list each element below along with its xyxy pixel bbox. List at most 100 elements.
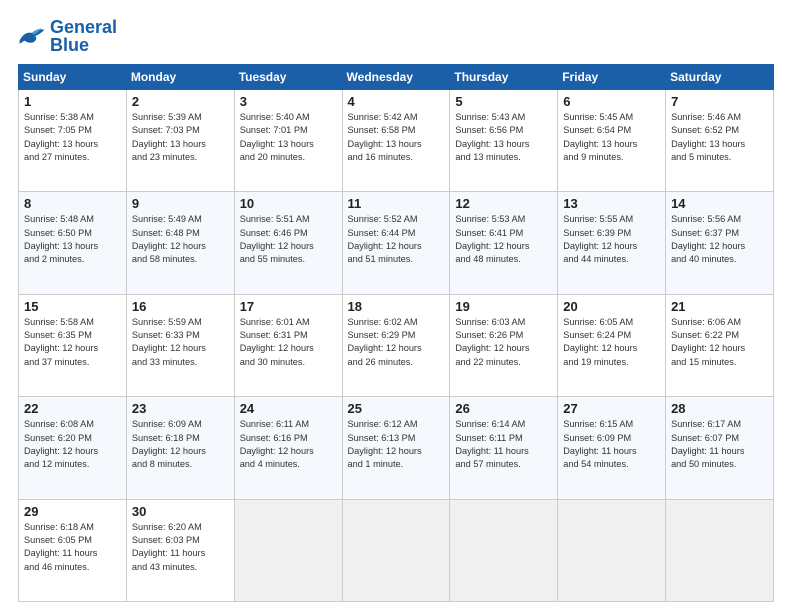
calendar-day-cell: 23 Sunrise: 6:09 AM Sunset: 6:18 PM Dayli… [126, 397, 234, 499]
day-number: 23 [132, 401, 229, 416]
day-number: 25 [348, 401, 445, 416]
day-info: Sunrise: 5:40 AM Sunset: 7:01 PM Dayligh… [240, 111, 337, 164]
day-number: 30 [132, 504, 229, 519]
day-info: Sunrise: 6:18 AM Sunset: 6:05 PM Dayligh… [24, 521, 121, 574]
calendar-day-cell: 22Sunrise: 6:08 AM Sunset: 6:20 PM Dayli… [19, 397, 127, 499]
calendar-header-row: SundayMondayTuesdayWednesdayThursdayFrid… [19, 65, 774, 90]
calendar-week-row: 22Sunrise: 6:08 AM Sunset: 6:20 PM Dayli… [19, 397, 774, 499]
calendar-day-cell: 8 Sunrise: 5:48 AM Sunset: 6:50 PM Daylig… [19, 192, 127, 294]
calendar-week-row: 8 Sunrise: 5:48 AM Sunset: 6:50 PM Daylig… [19, 192, 774, 294]
calendar-day-cell: 14Sunrise: 5:56 AM Sunset: 6:37 PM Dayli… [666, 192, 774, 294]
calendar-day-cell [234, 499, 342, 601]
day-number: 8 [24, 196, 121, 211]
day-info: Sunrise: 6:03 AM Sunset: 6:26 PM Dayligh… [455, 316, 552, 369]
calendar-day-cell: 3Sunrise: 5:40 AM Sunset: 7:01 PM Daylig… [234, 90, 342, 192]
day-info: Sunrise: 6:06 AM Sunset: 6:22 PM Dayligh… [671, 316, 768, 369]
calendar-week-row: 1 Sunrise: 5:38 AM Sunset: 7:05 PM Daylig… [19, 90, 774, 192]
day-info: Sunrise: 5:46 AM Sunset: 6:52 PM Dayligh… [671, 111, 768, 164]
day-info: Sunrise: 6:08 AM Sunset: 6:20 PM Dayligh… [24, 418, 121, 471]
day-number: 19 [455, 299, 552, 314]
calendar-day-cell: 19 Sunrise: 6:03 AM Sunset: 6:26 PM Dayli… [450, 294, 558, 396]
day-number: 13 [563, 196, 660, 211]
day-number: 1 [24, 94, 121, 109]
calendar-body: 1 Sunrise: 5:38 AM Sunset: 7:05 PM Daylig… [19, 90, 774, 602]
calendar-week-row: 15 Sunrise: 5:58 AM Sunset: 6:35 PM Dayli… [19, 294, 774, 396]
calendar-day-cell: 2 Sunrise: 5:39 AM Sunset: 7:03 PM Daylig… [126, 90, 234, 192]
calendar-day-cell: 10 Sunrise: 5:51 AM Sunset: 6:46 PM Dayli… [234, 192, 342, 294]
day-number: 5 [455, 94, 552, 109]
day-number: 9 [132, 196, 229, 211]
day-info: Sunrise: 6:17 AM Sunset: 6:07 PM Dayligh… [671, 418, 768, 471]
calendar-header-saturday: Saturday [666, 65, 774, 90]
day-number: 21 [671, 299, 768, 314]
day-info: Sunrise: 5:43 AM Sunset: 6:56 PM Dayligh… [455, 111, 552, 164]
day-number: 12 [455, 196, 552, 211]
calendar-header-wednesday: Wednesday [342, 65, 450, 90]
day-info: Sunrise: 6:15 AM Sunset: 6:09 PM Dayligh… [563, 418, 660, 471]
calendar-day-cell: 27 Sunrise: 6:15 AM Sunset: 6:09 PM Dayli… [558, 397, 666, 499]
day-number: 11 [348, 196, 445, 211]
calendar-day-cell: 16Sunrise: 5:59 AM Sunset: 6:33 PM Dayli… [126, 294, 234, 396]
calendar-day-cell: 4 Sunrise: 5:42 AM Sunset: 6:58 PM Daylig… [342, 90, 450, 192]
day-info: Sunrise: 5:58 AM Sunset: 6:35 PM Dayligh… [24, 316, 121, 369]
calendar-day-cell: 5 Sunrise: 5:43 AM Sunset: 6:56 PM Daylig… [450, 90, 558, 192]
logo: General Blue [18, 18, 117, 54]
calendar-day-cell: 15 Sunrise: 5:58 AM Sunset: 6:35 PM Dayli… [19, 294, 127, 396]
day-number: 28 [671, 401, 768, 416]
day-info: Sunrise: 5:53 AM Sunset: 6:41 PM Dayligh… [455, 213, 552, 266]
day-number: 6 [563, 94, 660, 109]
day-info: Sunrise: 5:42 AM Sunset: 6:58 PM Dayligh… [348, 111, 445, 164]
day-number: 2 [132, 94, 229, 109]
calendar-day-cell: 11 Sunrise: 5:52 AM Sunset: 6:44 PM Dayli… [342, 192, 450, 294]
day-number: 17 [240, 299, 337, 314]
calendar-week-row: 29Sunrise: 6:18 AM Sunset: 6:05 PM Dayli… [19, 499, 774, 601]
calendar-day-cell: 7 Sunrise: 5:46 AM Sunset: 6:52 PM Daylig… [666, 90, 774, 192]
day-info: Sunrise: 5:39 AM Sunset: 7:03 PM Dayligh… [132, 111, 229, 164]
calendar-day-cell: 25Sunrise: 6:12 AM Sunset: 6:13 PM Dayli… [342, 397, 450, 499]
page-header: General Blue [18, 18, 774, 54]
calendar-day-cell: 28 Sunrise: 6:17 AM Sunset: 6:07 PM Dayli… [666, 397, 774, 499]
calendar-day-cell [666, 499, 774, 601]
day-number: 15 [24, 299, 121, 314]
calendar-table: SundayMondayTuesdayWednesdayThursdayFrid… [18, 64, 774, 602]
calendar-day-cell: 6 Sunrise: 5:45 AM Sunset: 6:54 PM Daylig… [558, 90, 666, 192]
day-info: Sunrise: 5:49 AM Sunset: 6:48 PM Dayligh… [132, 213, 229, 266]
calendar-day-cell: 12 Sunrise: 5:53 AM Sunset: 6:41 PM Dayli… [450, 192, 558, 294]
calendar-day-cell: 18 Sunrise: 6:02 AM Sunset: 6:29 PM Dayli… [342, 294, 450, 396]
day-number: 26 [455, 401, 552, 416]
day-info: Sunrise: 5:52 AM Sunset: 6:44 PM Dayligh… [348, 213, 445, 266]
calendar-header-tuesday: Tuesday [234, 65, 342, 90]
calendar-day-cell: 20 Sunrise: 6:05 AM Sunset: 6:24 PM Dayli… [558, 294, 666, 396]
day-number: 7 [671, 94, 768, 109]
day-info: Sunrise: 6:09 AM Sunset: 6:18 PM Dayligh… [132, 418, 229, 471]
day-info: Sunrise: 6:20 AM Sunset: 6:03 PM Dayligh… [132, 521, 229, 574]
day-info: Sunrise: 5:51 AM Sunset: 6:46 PM Dayligh… [240, 213, 337, 266]
day-info: Sunrise: 5:48 AM Sunset: 6:50 PM Dayligh… [24, 213, 121, 266]
calendar-header-monday: Monday [126, 65, 234, 90]
day-info: Sunrise: 6:05 AM Sunset: 6:24 PM Dayligh… [563, 316, 660, 369]
calendar-day-cell: 30 Sunrise: 6:20 AM Sunset: 6:03 PM Dayli… [126, 499, 234, 601]
calendar-day-cell: 13 Sunrise: 5:55 AM Sunset: 6:39 PM Dayli… [558, 192, 666, 294]
logo-icon [18, 25, 46, 47]
day-info: Sunrise: 5:45 AM Sunset: 6:54 PM Dayligh… [563, 111, 660, 164]
logo-general: General [50, 18, 117, 36]
day-number: 14 [671, 196, 768, 211]
day-number: 27 [563, 401, 660, 416]
day-number: 18 [348, 299, 445, 314]
calendar-day-cell: 9 Sunrise: 5:49 AM Sunset: 6:48 PM Daylig… [126, 192, 234, 294]
calendar-day-cell [450, 499, 558, 601]
day-number: 20 [563, 299, 660, 314]
day-info: Sunrise: 5:55 AM Sunset: 6:39 PM Dayligh… [563, 213, 660, 266]
logo-blue: Blue [50, 36, 117, 54]
day-info: Sunrise: 5:59 AM Sunset: 6:33 PM Dayligh… [132, 316, 229, 369]
day-number: 4 [348, 94, 445, 109]
day-number: 10 [240, 196, 337, 211]
day-info: Sunrise: 5:38 AM Sunset: 7:05 PM Dayligh… [24, 111, 121, 164]
day-info: Sunrise: 6:01 AM Sunset: 6:31 PM Dayligh… [240, 316, 337, 369]
day-info: Sunrise: 6:02 AM Sunset: 6:29 PM Dayligh… [348, 316, 445, 369]
day-info: Sunrise: 6:14 AM Sunset: 6:11 PM Dayligh… [455, 418, 552, 471]
calendar-day-cell: 1 Sunrise: 5:38 AM Sunset: 7:05 PM Daylig… [19, 90, 127, 192]
calendar-day-cell [558, 499, 666, 601]
calendar-day-cell: 17 Sunrise: 6:01 AM Sunset: 6:31 PM Dayli… [234, 294, 342, 396]
calendar-header-friday: Friday [558, 65, 666, 90]
